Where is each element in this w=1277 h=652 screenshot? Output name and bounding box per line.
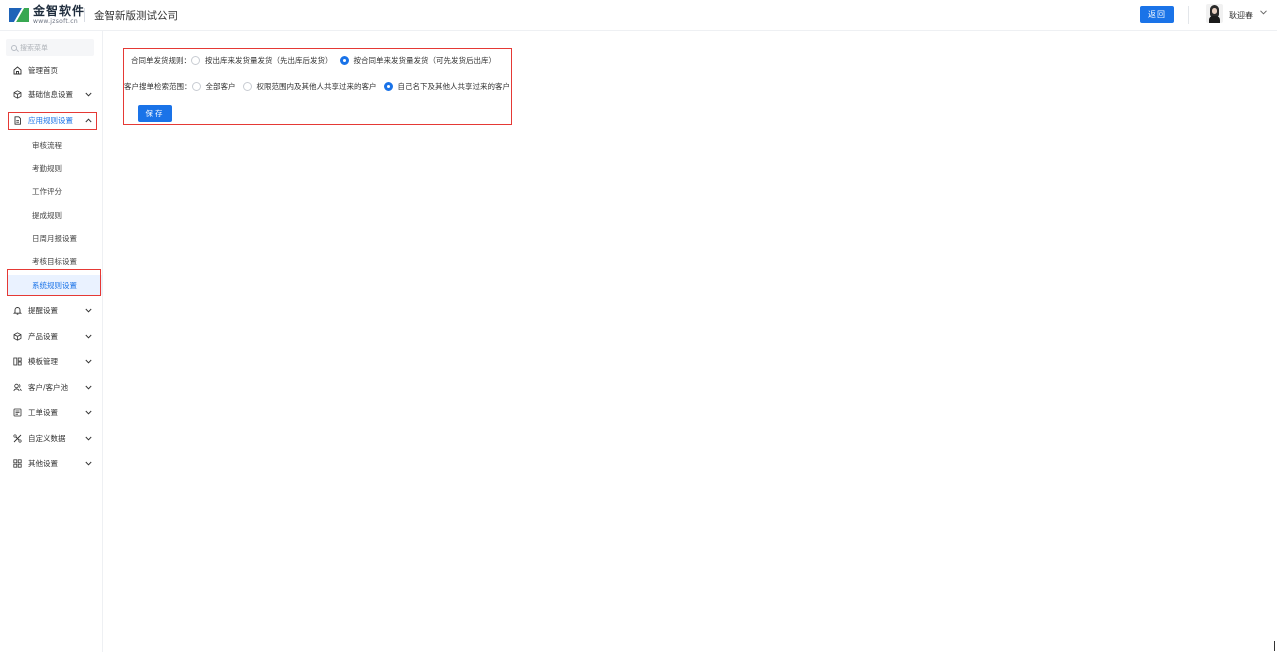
sidebar-item-other-settings[interactable]: 其他设置 [6,454,96,472]
radio-unchecked-icon[interactable] [191,55,200,65]
sub-item-kpi-settings[interactable]: 考核目标设置 [8,251,102,271]
shipping-rule-row: 合同单发货规则： 按出库来发货量发货（先出库后发货） 按合同单来发货量发货（可先… [131,53,503,67]
bell-icon [12,305,22,315]
sidebar-item-label: 产品设置 [28,331,58,341]
chevron-down-icon [85,92,93,97]
save-button[interactable]: 保存 [138,105,172,122]
radio-checked-icon[interactable] [383,81,393,91]
sidebar-item-tickets[interactable]: 工单设置 [6,403,96,421]
sidebar-item-label: 应用规则设置 [28,115,73,125]
sidebar-item-home[interactable]: 管理首页 [6,61,96,79]
header-separator [1188,6,1189,24]
customer-search-option-all[interactable]: 全部客户 [191,81,236,92]
logo-icon [8,6,30,24]
sub-item-approval-flow[interactable]: 审核流程 [8,135,102,155]
sidebar-item-customers[interactable]: 客户/客户池 [6,378,96,396]
chevron-down-icon [85,334,93,339]
logo-cn-text: 金智软件 [33,4,86,18]
radio-label: 自己名下及其他人共享过来的客户 [397,81,511,91]
logo-en-text: www.jzsoft.cn [33,18,78,25]
shipping-rule-label: 合同单发货规则： [131,55,191,65]
sidebar-item-label: 自定义数据 [28,433,66,443]
sidebar-item-label: 其他设置 [28,458,58,468]
customer-icon [12,382,22,392]
sub-item-attendance-rules[interactable]: 考勤规则 [8,158,102,178]
customer-search-option-own[interactable]: 自己名下及其他人共享过来的客户 [383,81,511,92]
brand-logo[interactable]: 金智软件 www.jzsoft.cn [8,5,85,25]
edge-marker [1274,641,1275,651]
sub-item-commission-rules[interactable]: 提成规则 [8,205,102,225]
template-icon [12,356,22,366]
grid-icon [12,458,22,468]
radio-label: 全部客户 [205,81,236,91]
sidebar-item-custom-data[interactable]: 自定义数据 [6,429,96,447]
shipping-rule-option-contract[interactable]: 按合同单来发货量发货（可先发货后出库） [339,55,497,66]
search-icon [11,44,17,51]
avatar[interactable] [1206,4,1223,23]
sub-item-system-rules[interactable]: 系统规则设置 [8,275,102,295]
company-name: 金智新版测试公司 [94,10,178,22]
radio-unchecked-icon[interactable] [191,81,201,91]
sidebar-item-label: 管理首页 [28,65,58,75]
sidebar-search[interactable] [6,39,94,56]
chevron-down-icon [85,359,93,364]
search-input[interactable] [20,43,90,52]
ticket-icon [12,407,22,417]
radio-label: 按合同单来发货量发货（可先发货后出库） [353,55,497,65]
rules-form: 合同单发货规则： 按出库来发货量发货（先出库后发货） 按合同单来发货量发货（可先… [123,48,512,125]
sidebar-item-basic-info[interactable]: 基础信息设置 [6,85,96,103]
back-button[interactable]: 返回 [1140,6,1174,23]
header-divider [84,8,85,22]
chevron-down-icon [85,410,93,415]
radio-label: 按出库来发货量发货（先出库后发货） [205,55,333,65]
sidebar-item-app-rules[interactable]: 应用规则设置 [6,111,96,129]
chevron-down-icon [85,461,93,466]
sidebar-item-label: 基础信息设置 [28,89,73,99]
top-header: 金智软件 www.jzsoft.cn 金智新版测试公司 返回 耿迎春 [0,0,1277,31]
chevron-down-icon [85,308,93,313]
home-icon [12,65,22,75]
chevron-up-icon [85,117,93,123]
shipping-rule-option-outbound[interactable]: 按出库来发货量发货（先出库后发货） [191,55,333,66]
sidebar-item-label: 工单设置 [28,407,58,417]
radio-label: 权限范围内及其他人共享过来的客户 [256,81,377,91]
radio-checked-icon[interactable] [339,55,349,65]
radio-unchecked-icon[interactable] [242,81,252,91]
customer-search-label: 客户搜单检索范围： [124,81,192,91]
customer-search-row: 客户搜单检索范围： 全部客户 权限范围内及其他人共享过来的客户 自己名下及其他人… [124,79,517,93]
sub-item-report-settings[interactable]: 日周月报设置 [8,228,102,248]
document-icon [12,115,22,125]
tools-icon [12,433,22,443]
sidebar-item-products[interactable]: 产品设置 [6,327,96,345]
chevron-down-icon[interactable] [1260,10,1267,15]
sidebar-item-reminders[interactable]: 提醒设置 [6,301,96,319]
chevron-down-icon [85,436,93,441]
sub-item-work-score[interactable]: 工作评分 [8,181,102,201]
chevron-down-icon [85,385,93,390]
user-name[interactable]: 耿迎春 [1229,10,1253,21]
sidebar-item-label: 客户/客户池 [28,382,69,392]
cube-icon [12,331,22,341]
cube-icon [12,89,22,99]
sidebar-item-label: 模板管理 [28,356,58,366]
customer-search-option-permission[interactable]: 权限范围内及其他人共享过来的客户 [242,81,377,92]
sidebar-item-templates[interactable]: 模板管理 [6,352,96,370]
sidebar-item-label: 提醒设置 [28,305,58,315]
